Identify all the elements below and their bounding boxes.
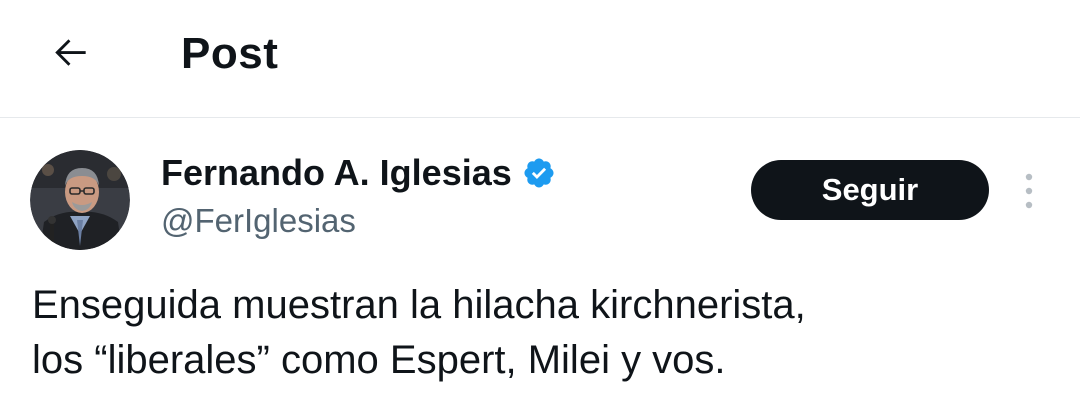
arrow-left-icon: [55, 39, 86, 66]
verified-badge-icon: [524, 158, 554, 188]
profile-photo: [30, 150, 130, 250]
avatar[interactable]: [30, 150, 130, 250]
page-title: Post: [181, 29, 279, 78]
post-text-line-1: Enseguida muestran la hilacha kirchneris…: [32, 283, 806, 327]
top-bar: Post: [0, 0, 1080, 118]
author-name-row: Fernando A. Iglesias: [161, 150, 556, 196]
back-button[interactable]: [44, 28, 98, 76]
more-vertical-icon: [1025, 173, 1033, 209]
post-text-line-2: los “liberales” como Espert, Milei y vos…: [32, 338, 726, 382]
follow-button[interactable]: Seguir: [751, 160, 989, 220]
author-display-name[interactable]: Fernando A. Iglesias: [161, 151, 512, 195]
post-text: Enseguida muestran la hilacha kirchneris…: [32, 278, 1062, 388]
more-options-button[interactable]: [1014, 168, 1044, 214]
author-handle[interactable]: @FerIglesias: [161, 200, 356, 242]
